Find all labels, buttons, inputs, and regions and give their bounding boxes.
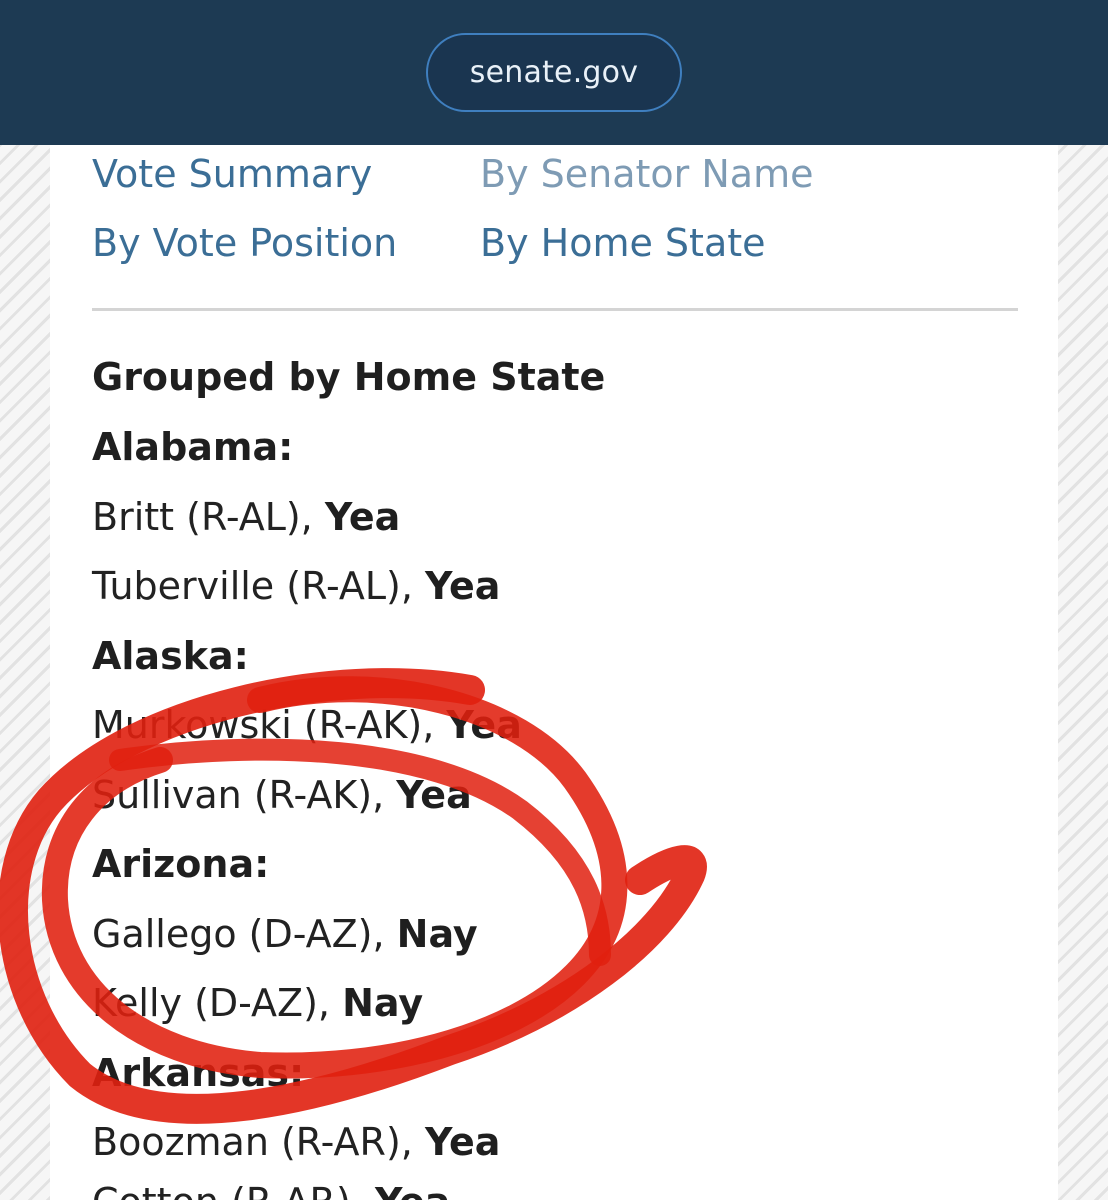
senator-name: Tuberville (R-AL), <box>92 564 425 608</box>
state-heading-arizona: Arizona: <box>92 842 270 886</box>
senator-row: Tuberville (R-AL), Yea <box>92 567 500 605</box>
senator-row: Murkowski (R-AK), Yea <box>92 706 522 744</box>
divider <box>92 308 1018 311</box>
senator-name: Cotton (R-AR), <box>92 1180 375 1200</box>
senator-name: Kelly (D-AZ), <box>92 981 343 1025</box>
state-heading-alabama: Alabama: <box>92 425 294 469</box>
senator-name: Britt (R-AL), <box>92 495 325 539</box>
senator-row: Boozman (R-AR), Yea <box>92 1123 500 1161</box>
senator-name: Gallego (D-AZ), <box>92 912 397 956</box>
vote-position: Nay <box>342 981 424 1025</box>
url-bar[interactable]: senate.gov <box>426 33 682 112</box>
browser-top-bar: senate.gov <box>0 0 1108 145</box>
vote-summary-link[interactable]: Vote Summary <box>92 155 372 193</box>
senator-name: Murkowski (R-AK), <box>92 703 447 747</box>
page-content: Vote Summary By Senator Name By Vote Pos… <box>50 145 1058 1200</box>
senator-name: Boozman (R-AR), <box>92 1120 425 1164</box>
state-heading-alaska: Alaska: <box>92 634 249 678</box>
vote-position: Yea <box>446 703 522 747</box>
vote-position: Yea <box>424 1120 501 1164</box>
section-heading: Grouped by Home State <box>92 355 606 399</box>
vote-position: Yea <box>424 564 501 608</box>
senator-row: Gallego (D-AZ), Nay <box>92 915 478 953</box>
senator-row: Britt (R-AL), Yea <box>92 498 400 536</box>
by-senator-name-link[interactable]: By Senator Name <box>480 155 813 193</box>
senator-name: Sullivan (R-AK), <box>92 773 397 817</box>
by-home-state-link[interactable]: By Home State <box>480 224 766 262</box>
state-heading-arkansas: Arkansas: <box>92 1051 305 1095</box>
vote-position: Nay <box>396 912 478 956</box>
vote-position: Yea <box>396 773 472 817</box>
by-vote-position-link[interactable]: By Vote Position <box>92 224 397 262</box>
senator-row: Sullivan (R-AK), Yea <box>92 776 472 814</box>
senator-row: Kelly (D-AZ), Nay <box>92 984 423 1022</box>
vote-position: Yea <box>375 1180 450 1200</box>
senator-row: Cotton (R-AR), Yea <box>92 1183 450 1200</box>
vote-position: Yea <box>324 495 401 539</box>
